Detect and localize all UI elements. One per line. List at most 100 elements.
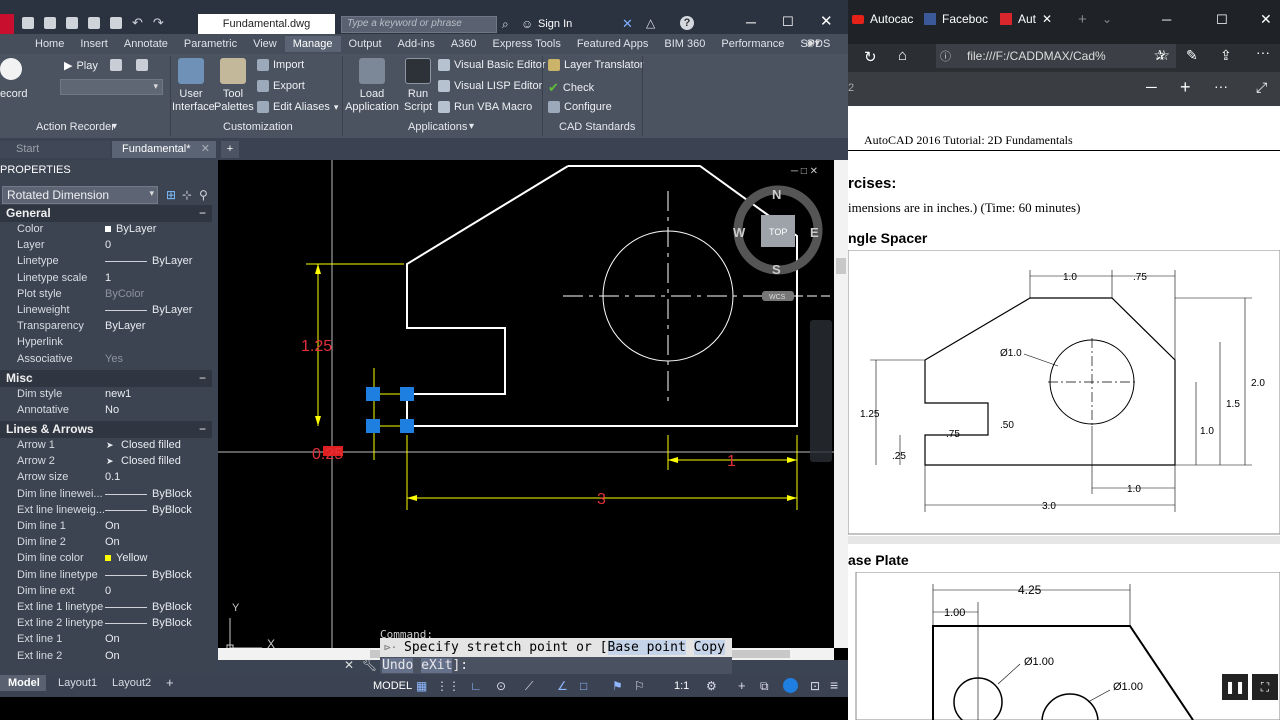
unpin-icon[interactable]: ⤢ <box>1256 79 1267 96</box>
dim-text-3[interactable]: 3 <box>597 491 606 508</box>
property-value[interactable]: ByLayer <box>152 253 192 269</box>
snap-icon[interactable]: ⋮⋮ <box>436 679 460 693</box>
pen-icon[interactable]: ✎ <box>1186 47 1198 64</box>
close-icon[interactable]: ✕ <box>820 12 833 30</box>
lines-arrows-section-header[interactable]: Lines & Arrows − <box>0 421 212 438</box>
auto-scale-icon[interactable]: ⚐ <box>634 679 645 693</box>
grip-handle[interactable] <box>366 419 380 433</box>
autocad-logo-icon[interactable] <box>0 14 14 36</box>
object-snap-icon[interactable]: □ <box>580 679 587 693</box>
annotation-scale[interactable]: 1:1 <box>674 680 689 692</box>
property-value[interactable]: ByColor <box>105 286 144 302</box>
a360-icon[interactable]: △ <box>646 16 655 30</box>
property-row[interactable]: Layer 0 <box>0 237 212 253</box>
panel-title-customization[interactable]: Customization <box>223 121 293 133</box>
select-objects-icon[interactable]: ⊹ <box>182 188 192 202</box>
property-row[interactable]: Arrow 1 ➤ Closed filled <box>0 437 212 453</box>
action-macro-dropdown[interactable]: ▾ <box>60 79 163 95</box>
property-row[interactable]: Linetype ByLayer <box>0 253 212 269</box>
search-box[interactable]: Type a keyword or phrase <box>341 16 497 33</box>
property-row[interactable]: Dim line linewei... ByBlock <box>0 486 212 502</box>
chevron-down-icon[interactable]: ▾ <box>469 121 474 132</box>
property-row[interactable]: Ext line 1 On <box>0 631 212 647</box>
address-input[interactable]: file:///F:/CADDMAX/Cad% <box>967 49 1106 63</box>
home-icon[interactable]: ⌂ <box>898 47 907 64</box>
property-value[interactable]: ByLayer <box>105 318 145 334</box>
dim-text-025[interactable]: 0.25 <box>312 446 343 463</box>
property-row[interactable]: Ext line lineweig... ByBlock <box>0 502 212 518</box>
property-value[interactable]: On <box>105 631 120 647</box>
clean-screen-icon[interactable]: ⊡ <box>810 679 820 693</box>
property-row[interactable]: Dim line ext 0 <box>0 583 212 599</box>
scrollbar-thumb[interactable] <box>836 258 846 274</box>
chevron-down-icon[interactable]: ⌄ <box>1102 12 1112 26</box>
grip-handle[interactable] <box>400 387 414 401</box>
quick-select-icon[interactable]: ⚲ <box>199 188 208 202</box>
property-value[interactable]: ByBlock <box>152 502 192 518</box>
property-value[interactable]: On <box>105 518 120 534</box>
close-icon[interactable]: ✕ <box>1260 11 1272 28</box>
selection-dropdown[interactable]: Rotated Dimension ▾ <box>2 186 158 204</box>
browser-tab-autocad[interactable]: Autocac <box>852 12 913 26</box>
property-row[interactable]: Transparency ByLayer <box>0 318 212 334</box>
grip-handle[interactable] <box>366 387 380 401</box>
option-undo[interactable]: Undo <box>382 658 414 673</box>
isodraft-icon[interactable]: ⟋ <box>525 679 533 694</box>
property-value[interactable]: ByBlock <box>152 567 192 583</box>
ribbon-minimize-icon[interactable]: ◉▾ <box>806 38 820 49</box>
hardware-acceleration-icon[interactable] <box>783 678 798 693</box>
binoculars-icon[interactable]: ⌕ <box>502 17 509 32</box>
property-value[interactable]: 0 <box>105 237 111 253</box>
redo-icon[interactable]: ↷ <box>153 16 164 29</box>
tab-home[interactable]: Home <box>27 36 72 52</box>
import-button[interactable]: Import <box>257 59 304 71</box>
configure-button[interactable]: Configure <box>548 101 612 113</box>
vertical-scrollbar[interactable] <box>834 160 848 648</box>
property-row[interactable]: Linetype scale 1 <box>0 270 212 286</box>
dim-text-1[interactable]: 1 <box>727 453 736 470</box>
run-script-button[interactable]: Run Script <box>402 58 434 114</box>
property-row[interactable]: Arrow 2 ➤ Closed filled <box>0 453 212 469</box>
viewport-minimize-icon[interactable]: ─ □ ✕ <box>790 166 818 177</box>
drawing-tab[interactable]: Fundamental* ✕ <box>112 141 216 158</box>
close-icon[interactable]: ✕ <box>1042 12 1052 26</box>
edit-aliases-button[interactable]: Edit Aliases ▾ <box>257 101 338 113</box>
layer-translator-button[interactable]: Layer Translator <box>548 59 643 71</box>
tab-annotate[interactable]: Annotate <box>116 36 176 52</box>
action-icon[interactable] <box>110 59 122 71</box>
maximize-icon[interactable]: ☐ <box>1216 12 1228 28</box>
property-row[interactable]: Dim line 1 On <box>0 518 212 534</box>
property-value[interactable]: Yes <box>105 351 123 367</box>
tab-parametric[interactable]: Parametric <box>176 36 245 52</box>
compass-e[interactable]: E <box>810 225 819 240</box>
drawing-canvas[interactable]: 1.25 0.25 1 3 TOP N S E W WCS Y X ─ □ ✕ <box>218 160 848 660</box>
tab-view[interactable]: View <box>245 36 285 52</box>
model-space-button[interactable]: MODEL <box>373 680 412 692</box>
misc-section-header[interactable]: Misc − <box>0 370 212 387</box>
property-row[interactable]: Associative Yes <box>0 351 212 367</box>
minimize-icon[interactable]: ─ <box>1162 12 1171 27</box>
user-interface-button[interactable]: User Interface <box>172 58 215 114</box>
option-copy[interactable]: Copy <box>693 640 725 655</box>
export-button[interactable]: Export <box>257 80 305 92</box>
isolate-icon[interactable]: ⧉ <box>760 679 769 694</box>
new-tab-button[interactable]: + <box>221 141 239 158</box>
search-input[interactable]: Type a keyword or phrase <box>347 18 462 29</box>
property-row[interactable]: Dim line 2 On <box>0 534 212 550</box>
close-icon[interactable]: ✕ <box>201 141 210 158</box>
option-exit[interactable]: eXit <box>421 658 453 673</box>
property-value[interactable]: ByBlock <box>152 615 192 631</box>
layout-tab-layout2[interactable]: Layout2 <box>112 677 151 689</box>
fullscreen-button[interactable]: ⛶ <box>1252 674 1278 700</box>
compass-s[interactable]: S <box>772 262 781 277</box>
toggle-pickadd-icon[interactable]: ⊞ <box>166 188 176 202</box>
customization-menu-icon[interactable]: ≡ <box>830 677 838 693</box>
wrench-icon[interactable]: 🔧︎ <box>362 658 377 672</box>
property-row[interactable]: Dim line linetype ByBlock <box>0 567 212 583</box>
object-snap-tracking-icon[interactable]: ∠ <box>557 679 568 693</box>
ortho-icon[interactable]: ∟ <box>470 679 482 693</box>
save-icon[interactable] <box>66 17 78 29</box>
property-value[interactable]: Closed filled <box>121 437 181 453</box>
property-row[interactable]: Color ByLayer <box>0 221 212 237</box>
annotation-visibility-icon[interactable]: ⚑ <box>612 679 623 693</box>
